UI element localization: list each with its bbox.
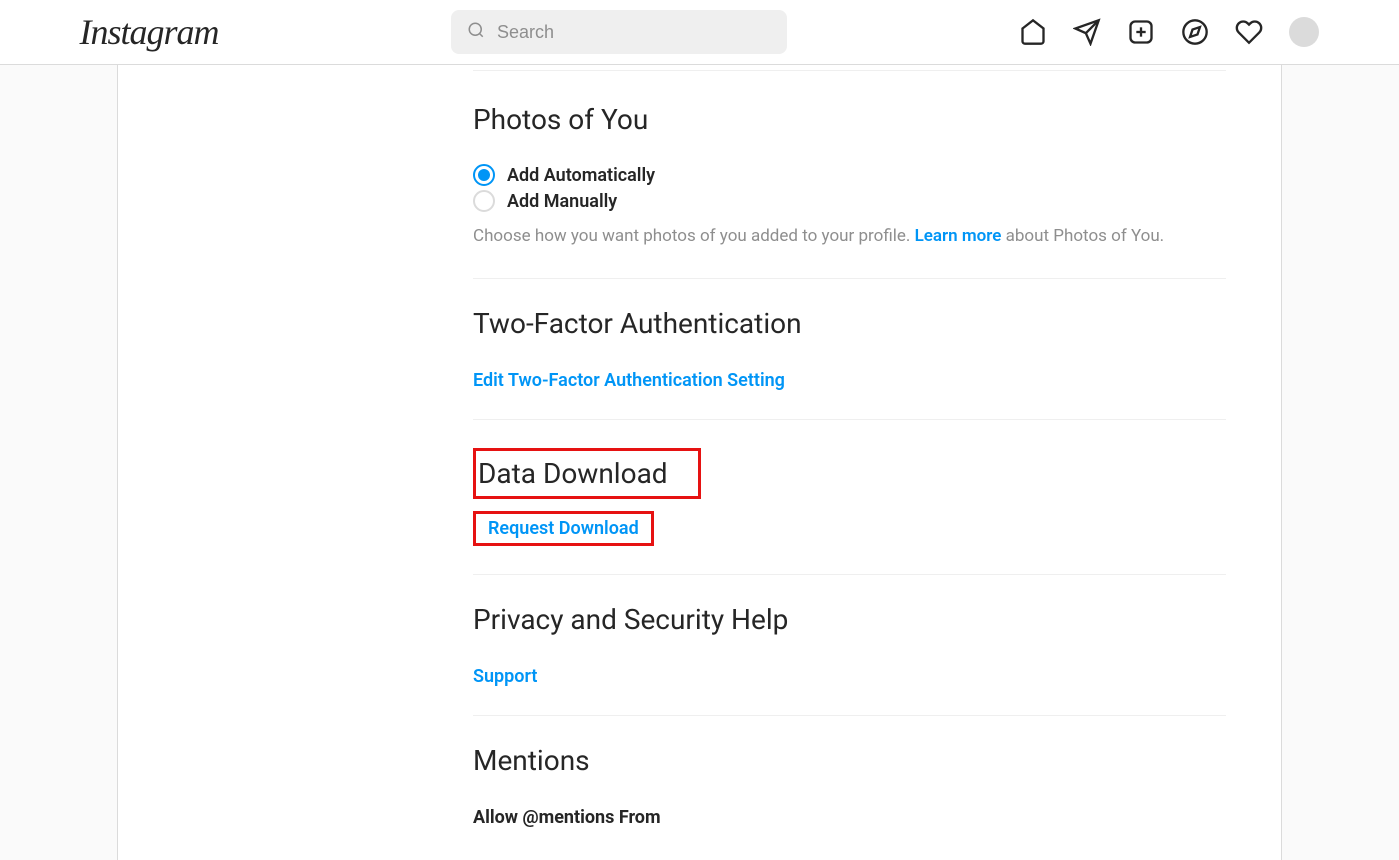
- section-privacy-help: Privacy and Security Help Support: [473, 574, 1226, 715]
- learn-more-link[interactable]: Learn more: [915, 226, 1002, 246]
- profile-avatar[interactable]: [1289, 17, 1319, 47]
- data-download-highlight: Data Download: [473, 448, 701, 499]
- radio-item-manual[interactable]: Add Manually: [473, 190, 1226, 212]
- two-factor-title: Two-Factor Authentication: [473, 307, 1226, 340]
- request-download-link[interactable]: Request Download: [488, 518, 639, 539]
- search-input[interactable]: [497, 22, 771, 43]
- data-download-title: Data Download: [478, 457, 668, 490]
- support-link[interactable]: Support: [473, 666, 537, 687]
- section-photos-of-you: Photos of You Add Automatically Add Manu…: [473, 70, 1226, 278]
- radio-auto[interactable]: [473, 164, 495, 186]
- heart-icon[interactable]: [1235, 18, 1263, 46]
- section-data-download: Data Download Request Download: [473, 419, 1226, 574]
- header-inner: Instagram: [60, 10, 1340, 54]
- settings-main: Photos of You Add Automatically Add Manu…: [418, 65, 1281, 860]
- home-icon[interactable]: [1019, 18, 1047, 46]
- radio-manual[interactable]: [473, 190, 495, 212]
- request-download-highlight: Request Download: [473, 511, 654, 546]
- radio-item-auto[interactable]: Add Automatically: [473, 164, 1226, 186]
- photos-radio-group: Add Automatically Add Manually: [473, 164, 1226, 212]
- content-wrap: Photos of You Add Automatically Add Manu…: [117, 65, 1282, 860]
- edit-two-factor-link[interactable]: Edit Two-Factor Authentication Setting: [473, 370, 785, 391]
- mentions-title: Mentions: [473, 744, 1226, 777]
- mentions-subheading: Allow @mentions From: [473, 807, 1226, 828]
- radio-manual-label: Add Manually: [507, 191, 617, 212]
- radio-auto-label: Add Automatically: [507, 165, 655, 186]
- settings-sidebar: [118, 65, 418, 860]
- photos-of-you-title: Photos of You: [473, 103, 1226, 136]
- help-prefix: Choose how you want photos of you added …: [473, 226, 915, 246]
- help-suffix: about Photos of You.: [1001, 226, 1164, 246]
- new-post-icon[interactable]: [1127, 18, 1155, 46]
- photos-help-text: Choose how you want photos of you added …: [473, 224, 1226, 250]
- page-body: Photos of You Add Automatically Add Manu…: [0, 65, 1399, 860]
- section-mentions: Mentions Allow @mentions From: [473, 715, 1226, 856]
- section-two-factor: Two-Factor Authentication Edit Two-Facto…: [473, 278, 1226, 419]
- top-header: Instagram: [0, 0, 1399, 65]
- search-wrapper[interactable]: [451, 10, 787, 54]
- search-icon: [467, 21, 497, 43]
- privacy-help-title: Privacy and Security Help: [473, 603, 1226, 636]
- nav-icons: [1019, 17, 1319, 47]
- send-icon[interactable]: [1073, 18, 1101, 46]
- instagram-logo[interactable]: Instagram: [80, 11, 219, 53]
- explore-icon[interactable]: [1181, 18, 1209, 46]
